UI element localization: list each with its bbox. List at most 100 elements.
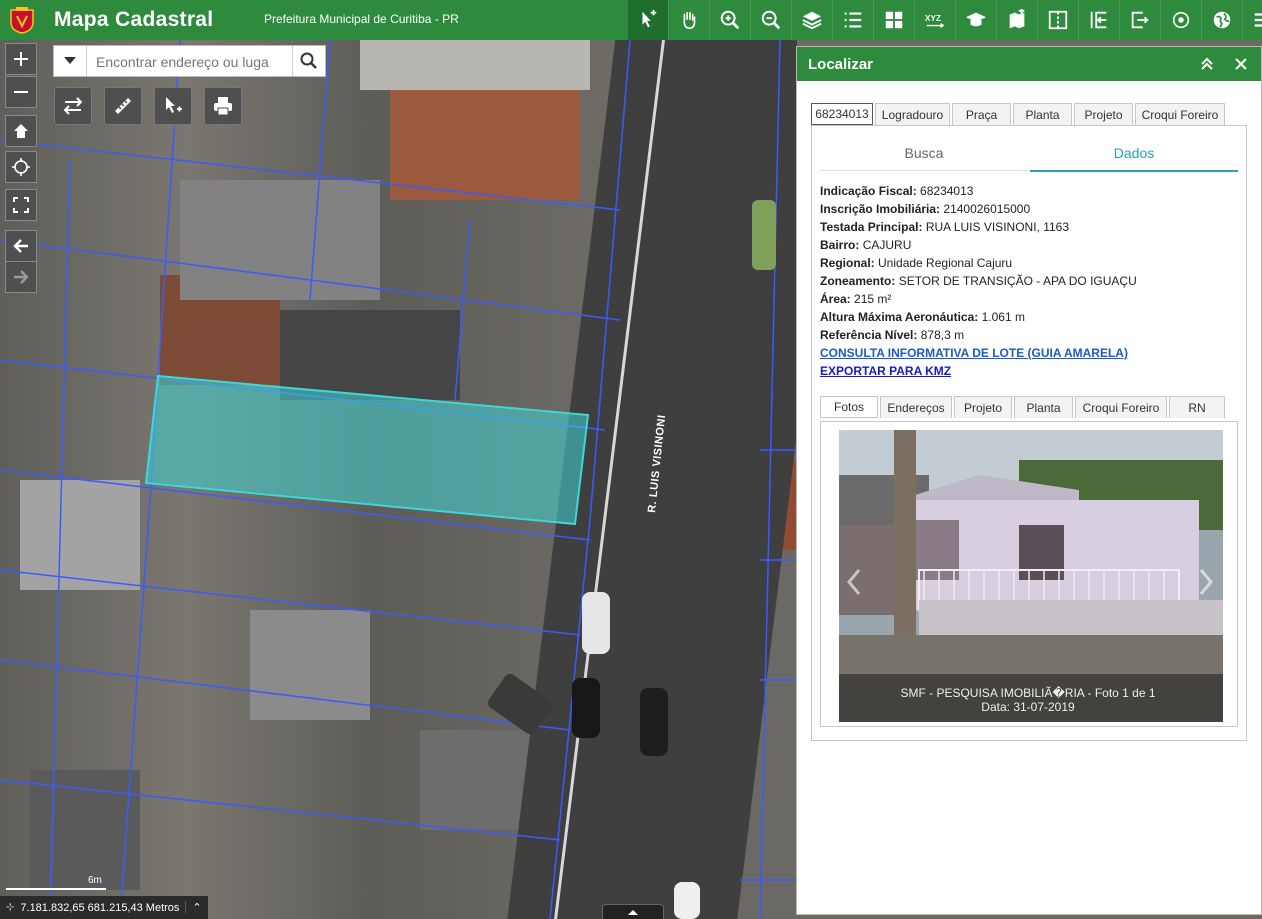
map-zoom-out-button[interactable] [5,76,37,108]
address-search [53,45,326,77]
grid-icon [885,11,903,29]
field-label: Referência Nível: [820,328,918,342]
field-value: 68234013 [920,184,974,198]
field-label: Altura Máxima Aeronáutica: [820,310,979,324]
panel-title: Localizar [808,56,874,73]
fullscreen-icon [13,197,29,213]
search-source-dropdown[interactable] [54,46,87,76]
field-value: 215 m² [854,292,892,306]
top-bar: Mapa Cadastral Prefeitura Municipal de C… [0,0,1262,40]
coordinates-expand-icon[interactable]: ⌃ [185,901,207,914]
selected-parcel[interactable] [144,374,590,526]
list-icon [844,12,862,28]
tab-fotos[interactable]: Fotos [820,396,878,418]
tab-croqui-foreiro[interactable]: Croqui Foreiro [1135,103,1225,125]
field-value: 878,3 m [920,328,965,342]
split-screen-icon [1048,10,1068,30]
fullscreen-button[interactable] [5,189,37,221]
add-map-button[interactable] [996,0,1037,40]
photo-caption: SMF - PESQUISA IMOBILIÃ�RIA - Foto 1 de … [839,674,1223,722]
tab-rn[interactable]: RN [1169,396,1225,418]
home-button[interactable] [5,115,37,147]
photo-caption-date: Data: 31-07-2019 [981,700,1075,714]
search-input[interactable] [94,51,298,73]
coordinates-readout: 7.181.832,65 681.215,43 Metros [20,901,180,914]
guia-amarela-link[interactable]: CONSULTA INFORMATIVA DE LOTE (GUIA AMARE… [820,344,1137,362]
search-button[interactable] [292,46,325,76]
field-row: Referência Nível: 878,3 m [820,326,1137,344]
field-value: CAJURU [862,238,912,252]
photo-viewer: SMF - PESQUISA IMOBILIÃ�RIA - Foto 1 de … [820,421,1238,727]
photo-caption-source: SMF - PESQUISA IMOBILIÃ�RIA - Foto 1 de … [900,686,1156,700]
car-white-2 [674,882,700,919]
my-location-button[interactable] [5,151,37,183]
close-panel-button[interactable] [1232,55,1250,73]
minus-icon [14,91,28,93]
collapse-panel-button[interactable] [1198,55,1216,73]
grid-button[interactable] [873,0,914,40]
xyz-coordinates-button[interactable]: XYZ [914,0,955,40]
locate-type-tabs: 68234013 Logradouro Praça Planta Projeto… [811,103,1227,125]
tab-planta-media[interactable]: Planta [1014,396,1073,418]
layers-button[interactable] [791,0,832,40]
field-label: Regional: [820,256,875,270]
zoom-out-button[interactable] [750,0,791,40]
compare-button[interactable] [54,87,92,125]
locate-button[interactable] [1160,0,1201,40]
car-white [582,592,610,654]
field-label: Indicação Fiscal: [820,184,917,198]
export-icon [1131,11,1149,29]
split-screen-button[interactable] [1037,0,1078,40]
locate-content: Busca Dados Indicação Fiscal: 68234013 I… [811,125,1247,741]
zoom-in-icon [720,10,740,30]
field-label: Bairro: [820,238,860,252]
education-button[interactable] [955,0,996,40]
identify-map-button[interactable] [154,87,192,125]
tab-dados[interactable]: Dados [1030,136,1238,172]
parcel-lines [0,40,797,919]
field-row: Inscrição Imobiliária: 2140026015000 [820,200,1137,218]
lot-photo: SMF - PESQUISA IMOBILIÃ�RIA - Foto 1 de … [839,430,1223,722]
coordinate-toggle-icon[interactable]: ⊹ [0,902,20,913]
tab-logradouro[interactable]: Logradouro [875,103,950,125]
caret-up-icon [628,910,638,915]
identify-tool-button[interactable] [627,0,668,40]
tab-praca[interactable]: Praça [952,103,1011,125]
search-data-tabs: Busca Dados [820,136,1238,172]
field-label: Inscrição Imobiliária: [820,202,941,216]
field-value: SETOR DE TRANSIÇÃO - APA DO IGUAÇU [898,274,1137,288]
field-row: Regional: Unidade Regional Cajuru [820,254,1137,272]
lot-media-tabs: Fotos Endereços Projeto Planta Croqui Fo… [820,396,1227,418]
svg-text:XYZ: XYZ [925,14,941,23]
arrow-right-icon [14,270,29,284]
measure-button[interactable] [104,87,142,125]
attribute-table-toggle[interactable] [602,904,664,919]
scale-line [6,888,106,890]
pan-button[interactable] [668,0,709,40]
map-zoom-in-button[interactable] [5,43,37,75]
tab-indicacao-fiscal[interactable]: 68234013 [811,103,873,125]
pan-hand-icon [683,11,696,30]
zoom-in-button[interactable] [709,0,750,40]
field-value: 2140026015000 [943,202,1031,216]
tab-enderecos[interactable]: Endereços [880,396,952,418]
car-black-2 [640,688,668,756]
tab-projeto-media[interactable]: Projeto [954,396,1012,418]
import-button[interactable] [1078,0,1119,40]
basemap-button[interactable] [1201,0,1242,40]
tab-busca[interactable]: Busca [820,136,1028,171]
add-map-icon [1009,9,1025,29]
export-button[interactable] [1119,0,1160,40]
previous-extent-button[interactable] [5,230,37,262]
print-button[interactable] [204,87,242,125]
tab-planta[interactable]: Planta [1013,103,1072,125]
tab-projeto[interactable]: Projeto [1074,103,1133,125]
map-view[interactable]: R. LUIS VISINONI Encontrar endereço ou l… [0,40,797,919]
layers-icon [802,11,822,30]
export-kmz-link[interactable]: EXPORTAR PARA KMZ [820,362,1137,380]
search-icon [300,52,317,69]
main-menu-button[interactable] [1242,0,1262,40]
legend-list-button[interactable] [832,0,873,40]
tab-croqui-foreiro-media[interactable]: Croqui Foreiro [1075,396,1167,418]
next-extent-button[interactable] [5,261,37,293]
